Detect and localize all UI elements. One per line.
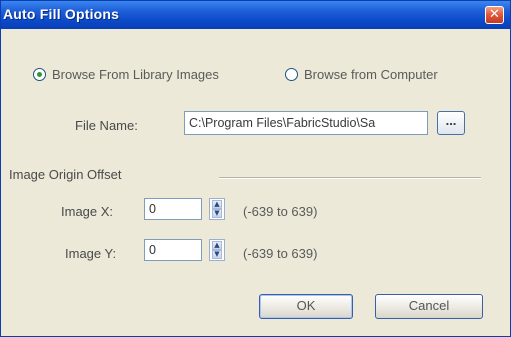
close-icon: ✕	[489, 7, 500, 22]
auto-fill-options-dialog: Auto Fill Options ✕ Browse From Library …	[0, 0, 511, 337]
image-y-range: (-639 to 639)	[243, 246, 318, 261]
radio-library-button[interactable]	[33, 68, 46, 81]
file-name-input[interactable]: C:\Program Files\FabricStudio\Sa	[184, 111, 428, 135]
radio-computer[interactable]: Browse from Computer	[285, 67, 438, 82]
radio-computer-label[interactable]: Browse from Computer	[304, 67, 438, 82]
image-x-label: Image X:	[61, 204, 114, 219]
spin-up-icon[interactable]: ▲	[212, 200, 222, 209]
image-x-range: (-639 to 639)	[243, 204, 318, 219]
image-x-spinner[interactable]: ▲ ▼	[209, 198, 225, 220]
section-divider	[219, 177, 481, 179]
title-bar[interactable]: Auto Fill Options ✕	[1, 1, 510, 29]
image-y-input[interactable]: 0	[144, 239, 202, 261]
file-name-label: File Name:	[75, 118, 138, 133]
image-y-label: Image Y:	[65, 246, 117, 261]
spin-up-icon[interactable]: ▲	[212, 241, 222, 250]
spin-down-icon[interactable]: ▼	[212, 209, 222, 218]
image-x-input[interactable]: 0	[144, 198, 202, 220]
cancel-button[interactable]: Cancel	[375, 294, 483, 319]
browse-button[interactable]: ...	[437, 111, 465, 135]
radio-library-label[interactable]: Browse From Library Images	[52, 67, 219, 82]
image-y-spinner[interactable]: ▲ ▼	[209, 239, 225, 261]
close-button[interactable]: ✕	[485, 6, 504, 24]
ok-button[interactable]: OK	[259, 294, 353, 319]
image-origin-offset-label: Image Origin Offset	[9, 167, 122, 182]
spin-down-icon[interactable]: ▼	[212, 250, 222, 259]
radio-library[interactable]: Browse From Library Images	[33, 67, 219, 82]
dialog-title: Auto Fill Options	[3, 6, 120, 22]
radio-computer-button[interactable]	[285, 68, 298, 81]
